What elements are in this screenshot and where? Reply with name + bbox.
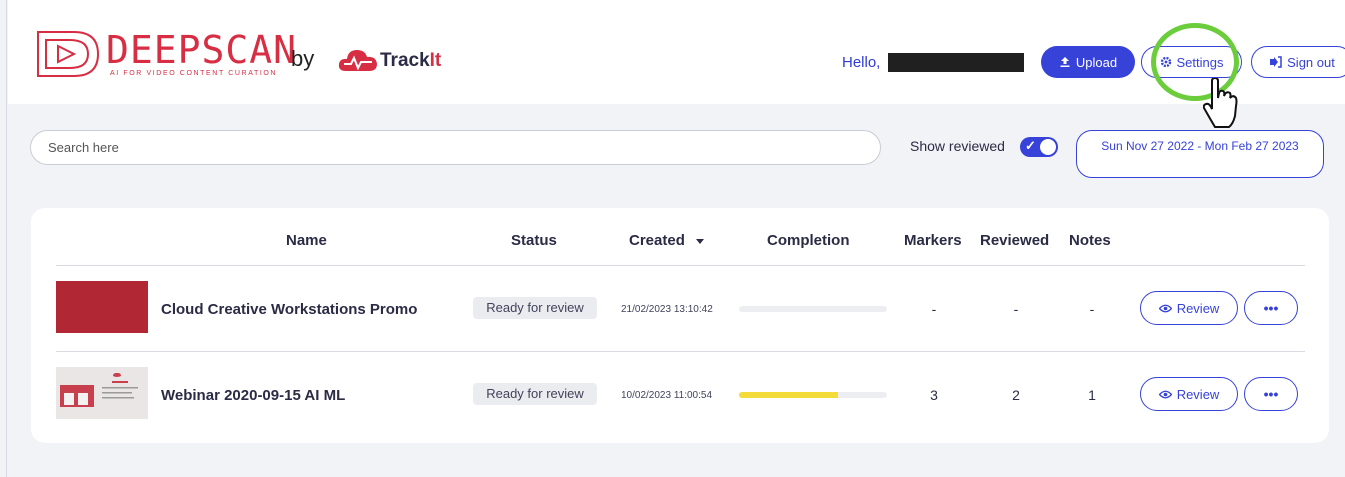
column-header-reviewed[interactable]: Reviewed bbox=[980, 232, 1049, 249]
column-header-completion[interactable]: Completion bbox=[767, 232, 850, 249]
video-name[interactable]: Cloud Creative Workstations Promo bbox=[161, 301, 417, 318]
webinar-thumbnail-image bbox=[56, 367, 148, 419]
completion-fill bbox=[739, 392, 839, 398]
column-header-notes[interactable]: Notes bbox=[1069, 232, 1111, 249]
more-button[interactable]: ••• bbox=[1244, 291, 1298, 325]
created-date: 21/02/2023 13:10:42 bbox=[621, 304, 713, 315]
more-icon: ••• bbox=[1263, 386, 1279, 402]
brand-wordmark: DEEPSCAN bbox=[106, 28, 298, 72]
search-input[interactable]: Search here bbox=[30, 130, 881, 165]
eye-icon bbox=[1158, 390, 1172, 398]
deepscan-logo-icon bbox=[37, 31, 100, 77]
upload-button[interactable]: Upload bbox=[1041, 46, 1135, 78]
sign-out-icon bbox=[1270, 56, 1282, 68]
notes-count: 1 bbox=[1088, 387, 1096, 403]
table-row[interactable]: Webinar 2020-09-15 AI ML Ready for revie… bbox=[31, 352, 1329, 438]
toggle-knob bbox=[1040, 139, 1056, 155]
completion-bar bbox=[739, 306, 887, 312]
trackit-name-main: Track bbox=[380, 50, 430, 71]
trackit-name: TrackIt bbox=[380, 50, 441, 72]
show-reviewed-label: Show reviewed bbox=[910, 138, 1005, 154]
status-badge: Ready for review bbox=[473, 297, 597, 319]
date-range-picker[interactable]: Sun Nov 27 2022 - Mon Feb 27 2023 bbox=[1076, 130, 1324, 178]
hand-cursor-icon bbox=[1203, 78, 1238, 128]
markers-count: - bbox=[931, 301, 937, 317]
markers-count: 3 bbox=[930, 387, 938, 403]
reviewed-count: 2 bbox=[1012, 387, 1020, 403]
more-icon: ••• bbox=[1263, 300, 1279, 316]
sign-out-button[interactable]: Sign out bbox=[1251, 46, 1345, 78]
video-thumbnail[interactable] bbox=[56, 281, 148, 333]
review-button[interactable]: Review bbox=[1140, 377, 1238, 411]
check-icon: ✓ bbox=[1025, 138, 1036, 153]
video-thumbnail[interactable] bbox=[56, 367, 148, 419]
video-name[interactable]: Webinar 2020-09-15 AI ML bbox=[161, 387, 345, 404]
created-header-label: Created bbox=[629, 232, 685, 249]
sign-out-label: Sign out bbox=[1287, 54, 1335, 70]
created-date: 10/02/2023 11:00:54 bbox=[621, 390, 713, 401]
column-header-markers[interactable]: Markers bbox=[904, 232, 962, 249]
greeting: Hello, bbox=[842, 54, 881, 71]
show-reviewed-toggle[interactable]: ✓ bbox=[1020, 137, 1058, 157]
notes-count: - bbox=[1089, 301, 1095, 317]
upload-label: Upload bbox=[1075, 54, 1118, 70]
brand-tagline: AI FOR VIDEO CONTENT CURATION bbox=[110, 70, 278, 77]
review-label: Review bbox=[1176, 386, 1220, 402]
status-badge: Ready for review bbox=[473, 383, 597, 405]
search-placeholder: Search here bbox=[48, 140, 119, 155]
upload-icon bbox=[1060, 57, 1070, 67]
column-header-created[interactable]: Created bbox=[629, 232, 705, 249]
top-bar: DEEPSCAN AI FOR VIDEO CONTENT CURATION b… bbox=[8, 0, 1345, 128]
redacted-username bbox=[888, 53, 1024, 72]
sort-down-icon bbox=[696, 239, 705, 245]
eye-icon bbox=[1158, 304, 1172, 312]
completion-bar bbox=[739, 392, 887, 398]
review-button[interactable]: Review bbox=[1140, 291, 1238, 325]
trackit-cloud-icon bbox=[338, 50, 377, 71]
table-row[interactable]: Cloud Creative Workstations Promo Ready … bbox=[31, 266, 1329, 352]
review-label: Review bbox=[1176, 300, 1220, 316]
trackit-name-accent: It bbox=[429, 50, 442, 71]
videos-table: Name Status Created Completion Markers R… bbox=[31, 208, 1329, 443]
by-label: by bbox=[291, 46, 315, 71]
left-border bbox=[6, 0, 7, 477]
reviewed-count: - bbox=[1013, 301, 1019, 317]
column-header-name[interactable]: Name bbox=[286, 232, 327, 249]
more-button[interactable]: ••• bbox=[1244, 377, 1298, 411]
column-header-status[interactable]: Status bbox=[511, 232, 557, 249]
